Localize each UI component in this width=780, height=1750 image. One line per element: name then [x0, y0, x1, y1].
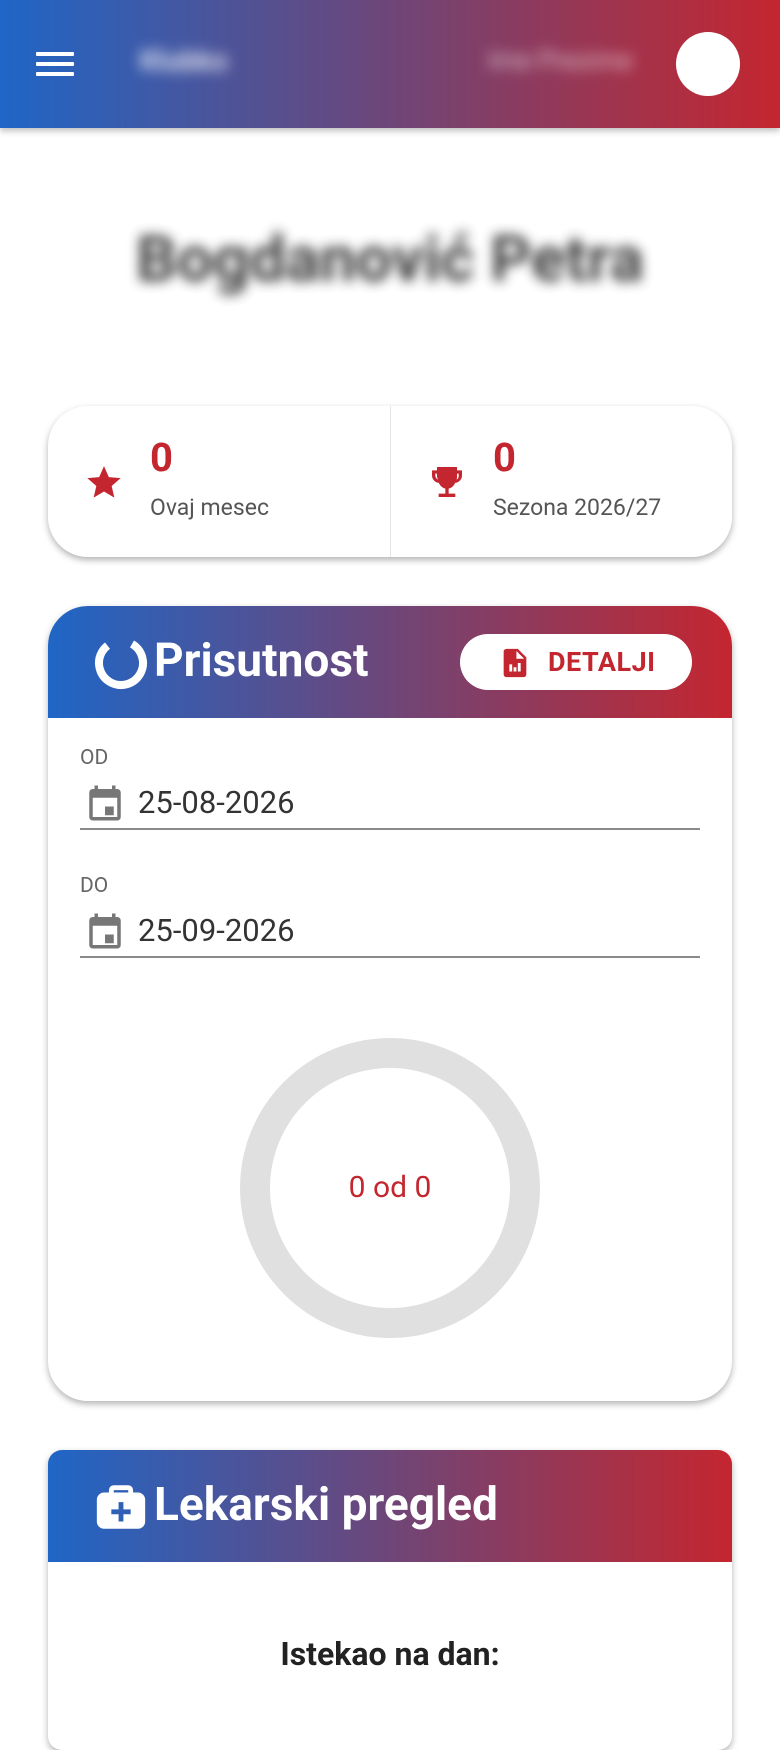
calendar-icon: [89, 785, 121, 821]
attendance-title: Prisutnost: [154, 634, 369, 688]
star-icon: [87, 466, 121, 498]
to-date-input[interactable]: [138, 910, 678, 950]
report-file-icon: [503, 648, 527, 678]
trophy-icon: [432, 467, 462, 497]
stat-label: Ovaj mesec: [150, 494, 269, 521]
medical-kit-icon: [96, 1485, 146, 1529]
app-header: Klubko Ime Prezime: [0, 0, 780, 128]
stat-value: 0: [150, 434, 173, 481]
stat-this-month: 0 Ovaj mesec: [48, 406, 390, 557]
to-date-field[interactable]: [80, 906, 700, 958]
from-date-field[interactable]: [80, 778, 700, 830]
avatar[interactable]: [676, 32, 740, 96]
stat-label: Sezona 2026/27: [493, 494, 662, 521]
from-date-input[interactable]: [138, 782, 678, 822]
to-label: DO: [80, 874, 109, 898]
from-label: OD: [80, 746, 109, 770]
player-name: Bogdanović Petra: [136, 222, 644, 297]
details-button-label: DETALJI: [548, 646, 656, 678]
donut-chart-icon: [95, 637, 147, 689]
stat-value: 0: [493, 434, 516, 481]
expired-label: Istekao na dan:: [280, 1635, 500, 1673]
medical-card: Lekarski pregled Istekao na dan:: [48, 1450, 732, 1750]
attendance-ring-chart: 0 od 0: [240, 1038, 540, 1338]
stat-season: 0 Sezona 2026/27: [390, 406, 732, 557]
attendance-card: Prisutnost DETALJI OD DO 0 od 0: [48, 606, 732, 1401]
stats-card: 0 Ovaj mesec 0 Sezona 2026/27: [48, 406, 732, 557]
user-name: Ime Prezime: [488, 46, 633, 76]
app-title: Klubko: [140, 44, 228, 77]
details-button[interactable]: DETALJI: [460, 634, 692, 690]
medical-title: Lekarski pregled: [154, 1478, 498, 1532]
attendance-summary: 0 od 0: [348, 1170, 432, 1205]
hamburger-menu-icon[interactable]: [36, 49, 76, 79]
calendar-icon: [89, 913, 121, 949]
attendance-card-header: Prisutnost DETALJI: [48, 606, 732, 718]
medical-card-header: Lekarski pregled: [48, 1450, 732, 1562]
